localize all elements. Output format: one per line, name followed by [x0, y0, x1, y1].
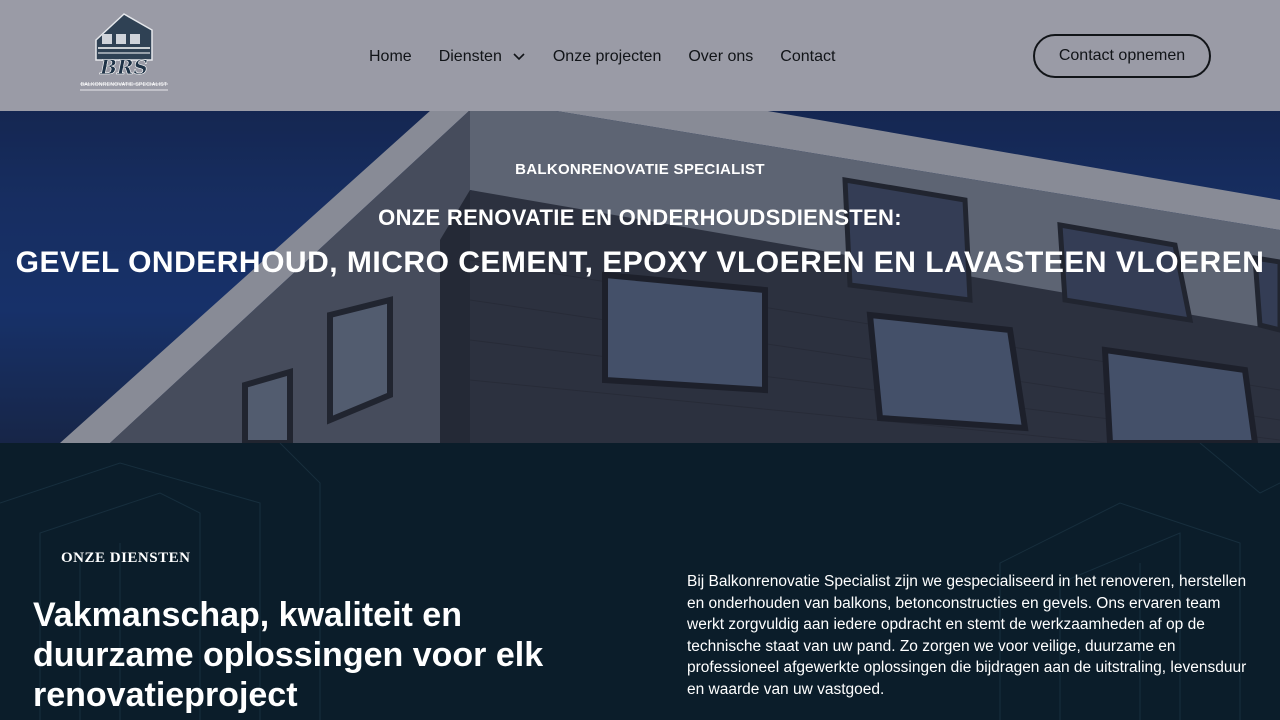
nav-over-ons[interactable]: Over ons: [688, 46, 753, 68]
contact-button[interactable]: Contact opnemen: [1033, 34, 1211, 78]
main-nav: Home Diensten Onze projecten Over ons Co…: [369, 45, 862, 69]
services-section: ONZE DIENSTEN Vakmanschap, kwaliteit en …: [0, 443, 1280, 720]
chevron-down-icon: [513, 53, 525, 61]
nav-home[interactable]: Home: [369, 46, 412, 68]
services-body: Bij Balkonrenovatie Specialist zijn we g…: [687, 573, 1247, 698]
services-label: ONZE DIENSTEN: [61, 550, 191, 566]
hero-title: GEVEL ONDERHOUD, MICRO CEMENT, EPOXY VLO…: [15, 246, 1265, 279]
hero-eyebrow: BALKONRENOVATIE SPECIALIST: [515, 161, 765, 178]
svg-text:BRS: BRS: [99, 55, 148, 79]
nav-contact[interactable]: Contact: [780, 46, 835, 68]
logo-tagline: BALKONRENOVATIE SPECIALIST: [80, 82, 168, 88]
site-header: BRS BALKONRENOVATIE SPECIALIST Home Dien…: [0, 0, 1280, 111]
nav-diensten[interactable]: Diensten: [439, 46, 526, 68]
site-logo[interactable]: BRS BALKONRENOVATIE SPECIALIST: [76, 10, 172, 96]
nav-diensten-label: Diensten: [438, 48, 502, 65]
nav-projecten[interactable]: Onze projecten: [553, 46, 662, 68]
hero-subtitle: ONZE RENOVATIE EN ONDERHOUDSDIENSTEN:: [378, 205, 902, 230]
services-heading: Vakmanschap, kwaliteit en duurzame oplos…: [33, 596, 544, 714]
